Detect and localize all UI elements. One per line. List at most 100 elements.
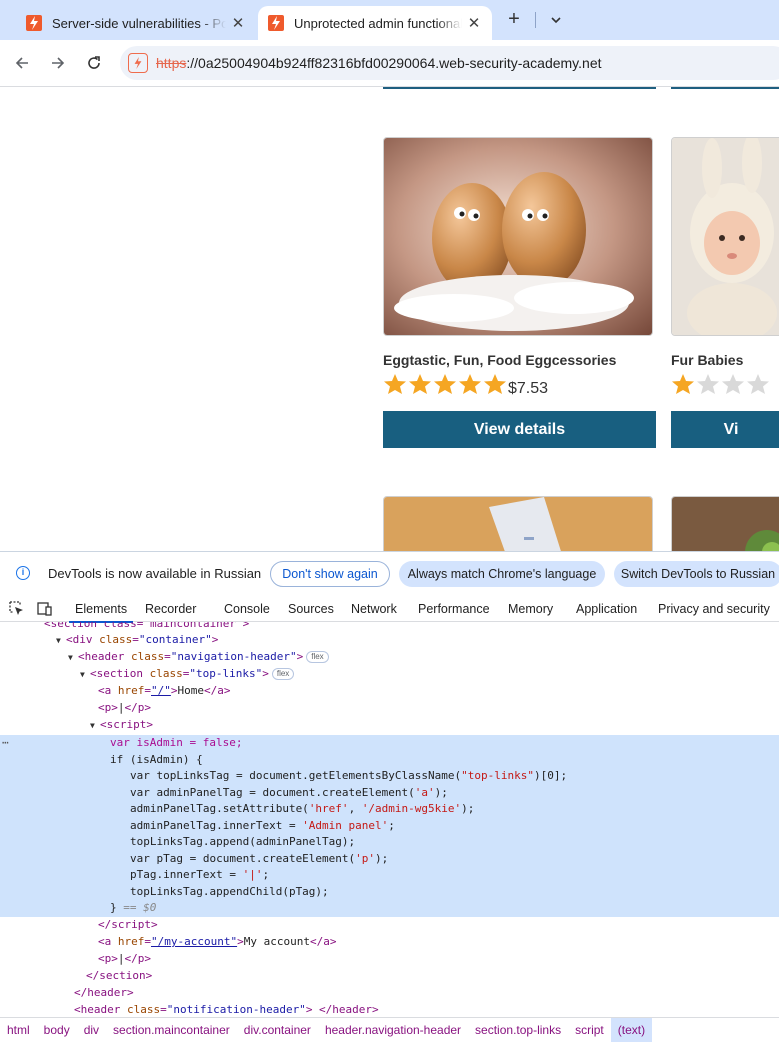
forward-arrow-icon[interactable]: [47, 52, 69, 74]
product-image-veg[interactable]: [671, 496, 779, 551]
chevron-down-icon[interactable]: [545, 8, 567, 32]
reload-icon[interactable]: [83, 52, 105, 74]
selected-script-line[interactable]: pTag.innerText = '|';: [0, 867, 779, 884]
tab-network[interactable]: Network: [351, 602, 397, 616]
product-image-fur-babies[interactable]: [671, 137, 779, 336]
breadcrumb-item[interactable]: div: [77, 1018, 106, 1042]
more-icon[interactable]: ⋯: [2, 735, 9, 752]
selected-script-line[interactable]: if (isAdmin) {: [0, 751, 779, 768]
devtools-infobar: i DevTools is now available in Russian D…: [0, 552, 779, 596]
button-edge: [671, 87, 779, 89]
star-filled-icon: [384, 374, 406, 394]
selected-script-line[interactable]: adminPanelTag.setAttribute('href', '/adm…: [0, 801, 779, 818]
href-link[interactable]: "/my-account": [151, 935, 237, 948]
selected-script-line[interactable]: var pTag = document.createElement('p');: [0, 850, 779, 867]
tag-name: section: [96, 667, 143, 680]
js-code: );: [375, 851, 389, 865]
tab-unprotected-admin[interactable]: Unprotected admin functionality ✕: [258, 6, 492, 40]
tab-title: Unprotected admin functionality: [294, 15, 462, 31]
breadcrumb-item[interactable]: section.top-links: [468, 1018, 568, 1042]
js-code: pTag.innerText =: [130, 868, 243, 881]
divider: [535, 12, 536, 28]
selected-script-line[interactable]: topLinksTag.append(adminPanelTag);: [0, 834, 779, 851]
browser-toolbar: https://0a25004904b924ff82316bfd00290064…: [0, 40, 779, 87]
switch-to-russian-button[interactable]: Switch DevTools to Russian: [614, 561, 779, 587]
dom-node[interactable]: </section>: [0, 968, 779, 985]
breadcrumb-item[interactable]: div.container: [237, 1018, 318, 1042]
breadcrumb-item[interactable]: script: [568, 1018, 611, 1042]
breadcrumb-item[interactable]: html: [0, 1018, 37, 1042]
dom-node[interactable]: <header class="notification-header"> </h…: [0, 1002, 779, 1017]
star-filled-icon: [459, 374, 481, 394]
close-icon[interactable]: ✕: [230, 14, 246, 32]
dom-node[interactable]: <a href="/">Home</a>: [0, 683, 779, 700]
dom-node[interactable]: <a href="/my-account">My account</a>: [0, 934, 779, 951]
node-text: |: [117, 701, 125, 714]
close-icon[interactable]: ✕: [466, 14, 482, 32]
dont-show-again-button[interactable]: Don't show again: [270, 561, 390, 587]
tab-title: Server-side vulnerabilities - Port: [52, 15, 226, 31]
breadcrumb-item[interactable]: body: [37, 1018, 77, 1042]
dom-node[interactable]: ▼ <section class="top-links"> flex: [0, 666, 779, 683]
selected-script-line[interactable]: var topLinksTag = document.getElementsBy…: [0, 768, 779, 785]
product-image-eggs[interactable]: [383, 137, 653, 336]
selected-script-line[interactable]: var adminPanelTag = document.createEleme…: [0, 784, 779, 801]
portswigger-logo-icon: [26, 15, 42, 31]
js-string: "top-links": [461, 769, 534, 782]
product-price: $7.53: [508, 380, 549, 397]
url-scheme: https: [156, 55, 187, 71]
selected-script-line[interactable]: ⋯ var isAdmin = false;: [0, 735, 779, 752]
elements-tree: <section class="maincontainer"> ▼ <div cl…: [0, 622, 779, 1017]
tab-privacy-security[interactable]: Privacy and security: [658, 602, 770, 616]
address-bar[interactable]: https://0a25004904b924ff82316bfd00290064…: [120, 46, 779, 80]
star-filled-icon: [484, 374, 506, 394]
rating-stars: [671, 373, 771, 395]
back-arrow-icon[interactable]: [11, 52, 33, 74]
star-empty-icon: [722, 374, 744, 394]
selected-script-line[interactable]: adminPanelTag.innerText = 'Admin panel';: [0, 817, 779, 834]
dom-node[interactable]: </header>: [0, 985, 779, 1002]
devtools-tabbar: Elements Recorder Console Sources Networ…: [0, 596, 779, 623]
view-details-button[interactable]: View details: [383, 411, 656, 448]
breadcrumb-item-active[interactable]: (text): [610, 1017, 653, 1042]
dom-node[interactable]: ▼ <div class="container">: [0, 632, 779, 649]
tab-performance[interactable]: Performance: [418, 602, 490, 616]
dom-node[interactable]: <section class="maincontainer">: [0, 622, 779, 633]
breadcrumb-item[interactable]: section.maincontainer: [106, 1018, 237, 1042]
tab-elements[interactable]: Elements: [68, 602, 134, 623]
view-details-button[interactable]: Vi: [671, 411, 779, 448]
attr-name: class: [99, 633, 133, 646]
node-text: My account: [243, 935, 310, 948]
new-tab-plus-icon[interactable]: +: [503, 8, 525, 32]
flex-badge[interactable]: flex: [306, 651, 329, 663]
tag-name: section: [99, 969, 146, 982]
flex-badge[interactable]: flex: [271, 668, 295, 680]
breadcrumb-item[interactable]: header.navigation-header: [318, 1018, 468, 1042]
dom-node[interactable]: <p>|</p>: [0, 700, 779, 717]
tab-recorder[interactable]: Recorder: [145, 602, 196, 616]
tab-sources[interactable]: Sources: [288, 602, 334, 616]
tab-application[interactable]: Application: [576, 602, 637, 616]
selected-node-marker: == $0: [123, 901, 157, 914]
dom-node[interactable]: ▼ <header class="navigation-header"> flex: [0, 649, 779, 666]
product-image-paper[interactable]: [383, 496, 653, 551]
selected-script-line[interactable]: } == $0: [0, 900, 779, 917]
node-text: Home: [177, 684, 205, 697]
tab-memory[interactable]: Memory: [508, 602, 553, 616]
dom-node[interactable]: </script>: [0, 917, 779, 934]
js-code: )[0];: [534, 769, 568, 782]
device-toolbar-icon[interactable]: [35, 600, 53, 618]
js-string: '/admin-wg5kie': [361, 802, 462, 815]
dom-node[interactable]: ▼ <script>: [0, 717, 779, 734]
selected-script-line[interactable]: topLinksTag.appendChild(pTag);: [0, 883, 779, 900]
page-viewport: Eggtastic, Fun, Food Eggcessories $7.53 …: [0, 87, 779, 551]
js-string: 'Admin panel': [302, 818, 389, 832]
always-match-language-button[interactable]: Always match Chrome's language: [399, 561, 605, 587]
js-code: if (isAdmin) {: [110, 752, 203, 766]
not-secure-icon[interactable]: [128, 53, 148, 73]
inspect-element-icon[interactable]: [8, 600, 26, 618]
tab-console[interactable]: Console: [224, 602, 270, 616]
href-link[interactable]: "/": [151, 684, 171, 697]
dom-node[interactable]: <p>|</p>: [0, 951, 779, 968]
tab-server-side[interactable]: Server-side vulnerabilities - Port ✕: [16, 6, 256, 40]
